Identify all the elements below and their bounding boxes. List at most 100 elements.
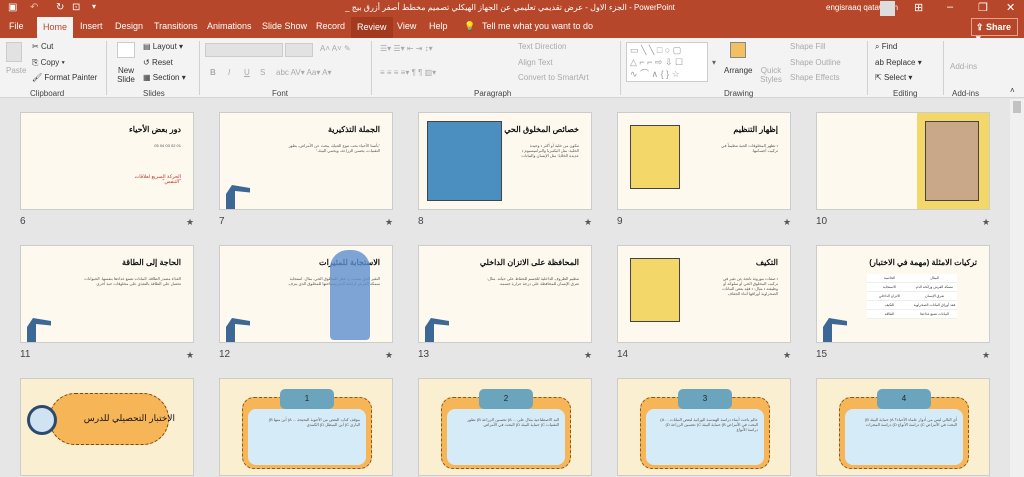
shape-effects-button[interactable]: Shape Effects [790,73,840,82]
shadow-button[interactable]: S [260,68,265,77]
robot-arm-image [226,318,250,342]
slide-thumbnail-11[interactable]: الحاجة إلى الطاقة الغذاء مصدر الطاقة. الن… [20,245,194,343]
section-button[interactable]: ▦ Section ▾ [143,73,186,82]
question-number: 3 [678,389,732,409]
tab-animations[interactable]: Animations [207,21,252,31]
animation-star-icon[interactable]: ★ [982,217,990,228]
underline-button[interactable]: U [244,68,250,77]
format-painter-button[interactable]: 🖌 Format Painter [32,73,97,82]
tell-me-search[interactable]: Tell me what you want to do [482,21,593,31]
title-bar: ▣ ↶ ↻ ⊡ ▾ _ الجزء الاول - عرض تقديمي تعل… [0,0,1024,17]
paste-button[interactable]: Paste [6,66,26,75]
slide-thumbnail-13[interactable]: المحافظة على الاتزان الداخلي تنظيم الظروف… [418,245,592,343]
close-icon[interactable]: ✕ [1006,1,1015,14]
reset-button[interactable]: ↺ Reset [143,58,173,67]
tab-help[interactable]: Help [429,21,448,31]
slide-thumbnail-14[interactable]: التكيف • صفات موروثة ناتجة عن تغير في ترك… [617,245,791,343]
slide-thumbnail-18[interactable]: 2 اليد الاصطناعية مثال على ... A) تحسين … [418,378,592,476]
slide-thumbnail-7[interactable]: الجملة التذكيرية "يأتمنا الأحياء بحب تنوع… [219,112,393,210]
align-text-button[interactable]: Align Text [518,58,553,67]
arrange-button[interactable]: Arrange [724,66,752,75]
robot-arm-image [226,185,250,209]
animation-star-icon[interactable]: ★ [385,350,393,361]
slide-body: "يأتمنا الأحياء بحب تنوع الحياة، يبحث عن… [288,143,380,153]
font-size-select[interactable] [285,43,313,57]
italic-button[interactable]: I [228,68,230,77]
question-number: 2 [479,389,533,409]
vertical-scrollbar[interactable] [1010,99,1024,477]
copy-button[interactable]: ⎘ Copy ▾ [32,58,65,68]
slide-thumbnail-16[interactable]: الاختبار التحصيلي للدرس [20,378,194,476]
replace-button[interactable]: ab Replace ▾ [875,58,922,67]
text-direction-button[interactable]: Text Direction [518,42,566,51]
tab-design[interactable]: Design [115,21,143,31]
animation-star-icon[interactable]: ★ [186,217,194,228]
slide-thumbnail-12[interactable]: الاستجابة للمثيراتالتغير الذي يسبب رد فع… [219,245,393,343]
shape-outline-button[interactable]: Shape Outline [790,58,841,67]
restore-icon[interactable]: ❐ [978,1,988,14]
animation-star-icon[interactable]: ★ [783,350,791,361]
animation-star-icon[interactable]: ★ [186,350,194,361]
tab-review[interactable]: Review [351,17,393,38]
tab-insert[interactable]: Insert [80,21,103,31]
font-more-buttons[interactable]: abc AV▾ Aa▾ A▾ [276,68,332,77]
ribbon-tabs: File Home Insert Design Transitions Anim… [0,17,1024,43]
select-button[interactable]: ⇱ Select ▾ [875,73,912,82]
undo-icon[interactable]: ↶ [30,2,38,13]
shapes-gallery[interactable]: ▭ ╲ ╲ □ ○ ▢ △ ⌐ ⌐ ⇨ ⇩ ☐ ∿ ⌒ ∧ { } ☆ [626,42,708,82]
slide-title: التكيف [755,258,778,267]
tab-record[interactable]: Record [316,21,345,31]
slide-thumbnail-9[interactable]: إظهار التنظيم • تظهر المخلوقات الحية تنظي… [617,112,791,210]
slide-thumbnail-19[interactable]: 3 عالم باحث أنماء دراسة الهندسة الوراثية… [617,378,791,476]
save-icon[interactable]: ▣ [8,2,17,13]
cut-button[interactable]: ✂ Cut [32,42,53,51]
find-button[interactable]: ⌕ Find [875,42,897,52]
slide-thumbnail-17[interactable]: 1 موقف كتاب البعض من الأجوبة البحيحة ...… [219,378,393,476]
animation-star-icon[interactable]: ★ [385,217,393,228]
avatar[interactable] [880,1,895,16]
list-buttons[interactable]: ☰▾ ☰▾ ⇤ ⇥ ↕▾ [380,44,433,53]
slide-thumbnail-15[interactable]: تركيات الامثلة (مهمة في الاختبار) المثال ا… [816,245,990,343]
redo-icon[interactable]: ↻ [56,2,64,13]
slide-title: تركيات الامثلة (مهمة في الاختبار) [869,258,977,267]
present-icon[interactable]: ⊡ [72,2,80,13]
shapes-more-icon[interactable]: ▾ [712,58,716,67]
slide-thumbnail-8[interactable]: خصائص المخلوق الحي تتكون من خلية أو أكثر … [418,112,592,210]
animation-star-icon[interactable]: ★ [982,350,990,361]
scrollbar-thumb[interactable] [1013,101,1021,113]
tab-transitions[interactable]: Transitions [154,21,198,31]
shape-fill-button[interactable]: Shape Fill [790,42,826,51]
quick-styles-button[interactable]: Quick Styles [758,66,784,84]
slide-body: 01 02 03 04 05 [154,143,181,148]
tab-view[interactable]: View [397,21,416,31]
slide-title: الحاجة إلى الطاقة [121,258,181,267]
align-buttons[interactable]: ≡ ≡ ≡ ≡▾ ¶ ¶ ▥▾ [380,68,436,77]
question-text: اليد الاصطناعية مثال على ... A) تحسين ال… [467,417,559,427]
font-size-increase-button[interactable]: A˄ A˅ ✎ [320,44,351,53]
slide-thumbnail-20[interactable]: 4 أي التالي ليس من أدوار علماء الأحياء؟ … [816,378,990,476]
tab-file[interactable]: File [9,21,24,31]
animation-star-icon[interactable]: ★ [783,217,791,228]
window-title: _ الجزء الاول - عرض تقديمي تعليمي عن الج… [345,3,675,12]
tab-slide-show[interactable]: Slide Show [262,21,307,31]
convert-smartart-button[interactable]: Convert to SmartArt [518,73,589,82]
table-cell: الاتزان الداخلي [878,294,901,298]
slide-thumbnail-10[interactable]: النموالزيادة في كتلة المخلوق الحيالتكاثر [816,112,990,210]
animation-star-icon[interactable]: ★ [584,217,592,228]
addins-button[interactable]: Add-ins [950,62,977,71]
share-button[interactable]: ⇪ Share ▾ [971,18,1018,43]
paste-icon [6,42,22,62]
question-text: عالم باحث أنماء دراسة الهندسة الوراثية ل… [660,417,758,432]
customize-qat-icon[interactable]: ▾ [92,2,96,11]
collapse-ribbon-icon[interactable]: ˄ [1010,86,1015,95]
ribbon-display-icon[interactable]: ⊞ [914,1,923,14]
new-slide-button[interactable]: New Slide [113,66,139,84]
layout-button[interactable]: ▤ Layout ▾ [143,42,183,51]
slide-thumbnail-6[interactable]: دور بعض الأحياء 01 02 03 04 05 الحركة السر… [20,112,194,210]
tab-home[interactable]: Home [37,17,74,38]
font-name-select[interactable] [205,43,283,57]
bold-button[interactable]: B [210,68,216,77]
minimize-icon[interactable]: – [947,1,953,13]
magnifier-icon [27,405,57,435]
animation-star-icon[interactable]: ★ [584,350,592,361]
